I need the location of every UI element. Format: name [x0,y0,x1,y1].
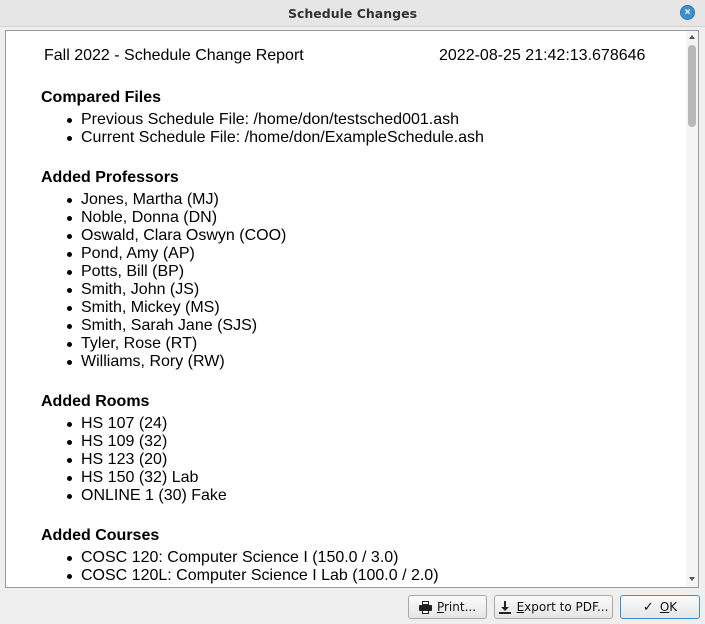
added-courses-heading: Added Courses [41,527,160,544]
ok-button-label: OK [659,600,678,614]
checkmark-icon: ✓ [642,599,654,615]
report-content: Fall 2022 - Schedule Change Report 2022-… [6,31,686,587]
added-courses-list: COSC 120: Computer Science I (150.0 / 3.… [64,549,439,585]
list-item: Tyler, Rose (RT) [64,335,286,353]
window-title: Schedule Changes [287,6,418,21]
compared-files-list: Previous Schedule File: /home/don/testsc… [64,111,484,147]
scroll-thumb[interactable] [688,45,696,127]
export-pdf-button-label: Export to PDF... [516,600,609,614]
list-item: COSC 120L: Computer Science I Lab (100.0… [64,567,439,585]
scroll-up-arrow-icon[interactable] [689,35,695,39]
list-item: HS 109 (32) [64,433,227,451]
list-item: Williams, Rory (RW) [64,353,286,371]
list-item: Current Schedule File: /home/don/Example… [64,129,484,147]
printer-icon [418,600,432,614]
list-item: HS 123 (20) [64,451,227,469]
list-item: Noble, Donna (DN) [64,209,286,227]
report-timestamp: 2022-08-25 21:42:13.678646 [439,47,646,64]
list-item: Smith, John (JS) [64,281,286,299]
list-item: Smith, Sarah Jane (SJS) [64,317,286,335]
scroll-down-arrow-icon[interactable] [689,577,695,581]
report-viewer[interactable]: Fall 2022 - Schedule Change Report 2022-… [5,30,699,588]
compared-files-heading: Compared Files [41,89,162,106]
list-item: Previous Schedule File: /home/don/testsc… [64,111,484,129]
list-item: ONLINE 1 (30) Fake [64,487,227,505]
list-item: Pond, Amy (AP) [64,245,286,263]
export-pdf-button[interactable]: Export to PDF... [494,595,613,619]
download-icon [498,600,512,614]
print-button[interactable]: Print... [408,595,487,619]
print-button-label: Print... [436,600,477,614]
list-item: HS 150 (32) Lab [64,469,227,487]
added-professors-heading: Added Professors [41,169,179,186]
vertical-scrollbar[interactable] [686,31,698,587]
close-icon: × [684,6,691,18]
list-item: Smith, Mickey (MS) [64,299,286,317]
added-rooms-list: HS 107 (24) HS 109 (32) HS 123 (20) HS 1… [64,415,227,505]
title-bar: Schedule Changes × [0,0,705,27]
ok-button[interactable]: ✓ OK [620,595,700,619]
list-item: Potts, Bill (BP) [64,263,286,281]
added-professors-list: Jones, Martha (MJ) Noble, Donna (DN) Osw… [64,191,286,371]
list-item: Oswald, Clara Oswyn (COO) [64,227,286,245]
list-item: HS 107 (24) [64,415,227,433]
report-title: Fall 2022 - Schedule Change Report [44,47,304,64]
close-button[interactable]: × [680,5,695,20]
added-rooms-heading: Added Rooms [41,393,150,410]
list-item: COSC 120: Computer Science I (150.0 / 3.… [64,549,439,567]
list-item: Jones, Martha (MJ) [64,191,286,209]
